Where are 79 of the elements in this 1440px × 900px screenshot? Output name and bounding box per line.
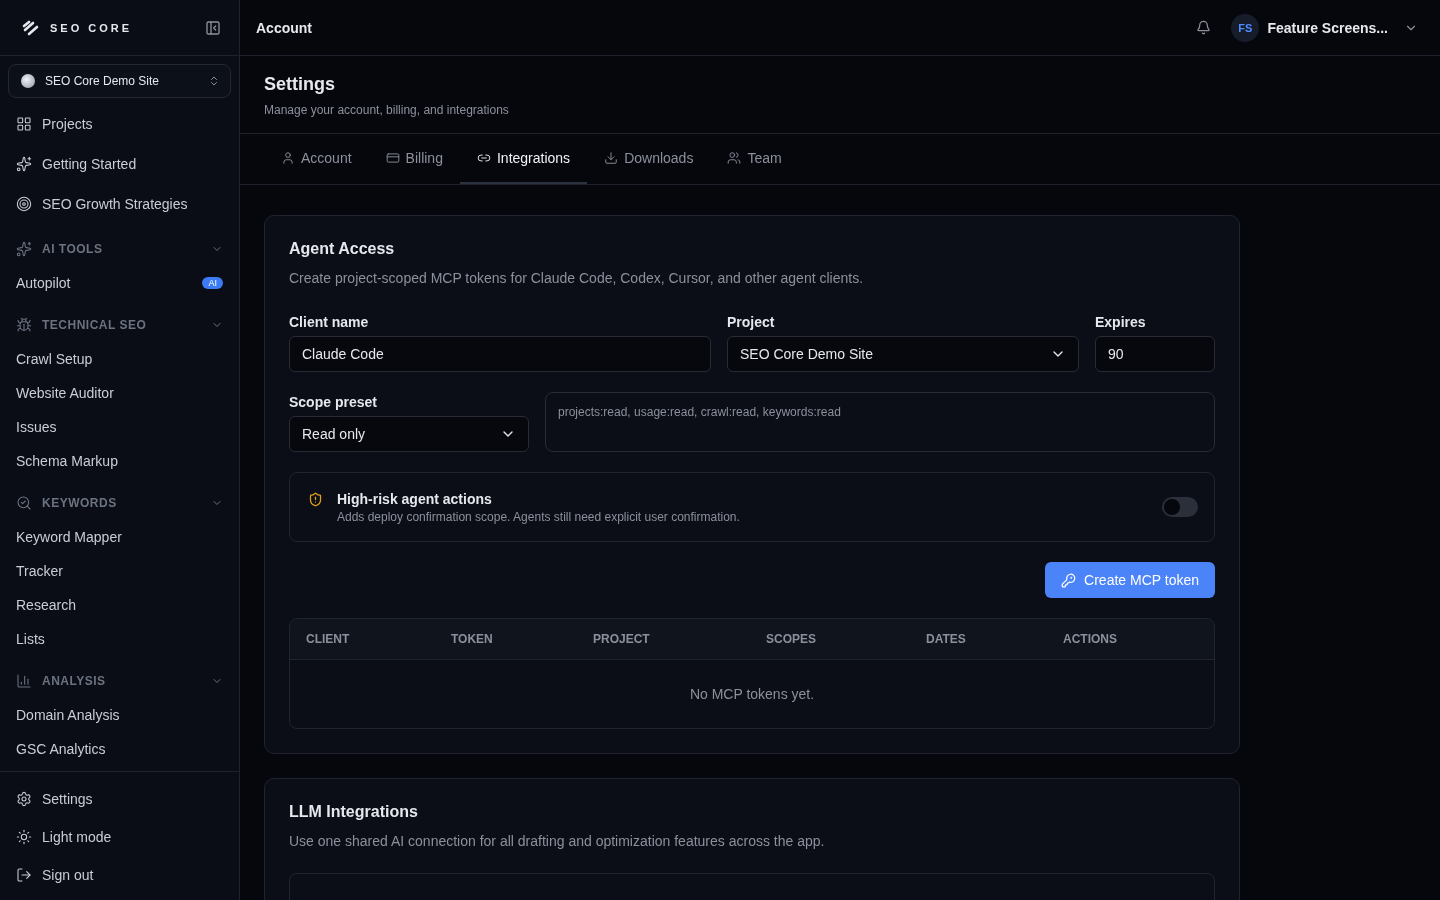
site-selector[interactable]: SEO Core Demo Site — [8, 64, 231, 98]
logo-icon — [22, 19, 40, 36]
nav-item[interactable]: Lists — [0, 622, 239, 656]
column-header: DATES — [926, 632, 967, 646]
user-menu[interactable]: FS Feature Screens... — [1225, 12, 1424, 43]
empty-message: No MCP tokens yet. — [689, 686, 815, 702]
bug-icon — [16, 317, 32, 333]
nav-item[interactable]: Getting Started — [0, 144, 239, 184]
section-header[interactable]: ANALYSIS — [0, 664, 239, 698]
nav-item[interactable]: Tracker — [0, 554, 239, 588]
nav-item[interactable]: Autopilot AI — [0, 266, 239, 300]
nav-item[interactable]: Keyword Mapper — [0, 520, 239, 554]
nav-item[interactable]: GSC Analytics — [0, 732, 239, 766]
nav-item[interactable]: Crawl Setup — [0, 342, 239, 376]
field-label: Project — [727, 314, 776, 330]
nav-item[interactable]: SEO Growth Strategies — [0, 184, 239, 224]
collapse-sidebar-icon[interactable] — [205, 19, 221, 36]
nav-item[interactable]: Settings — [0, 780, 239, 818]
link-icon — [476, 151, 491, 165]
column-header: ACTIONS — [1063, 632, 1118, 646]
column-header: SCOPES — [766, 632, 817, 646]
tab[interactable]: Integrations — [459, 134, 588, 184]
bell-icon[interactable] — [1196, 20, 1212, 35]
nav-item[interactable]: Schema Markup — [0, 444, 239, 478]
column-header: CLIENT — [306, 632, 351, 646]
settings-icon — [16, 791, 32, 807]
user-icon — [281, 151, 295, 165]
page-subtitle: Manage your account, billing, and integrations — [264, 103, 510, 117]
tab[interactable]: Account — [264, 134, 369, 184]
column-header: TOKEN — [451, 632, 494, 646]
card-icon — [385, 151, 400, 165]
expires-field[interactable]: 90 — [1095, 336, 1215, 372]
key-icon — [1061, 572, 1077, 588]
section-header[interactable]: AI TOOLS — [0, 232, 239, 266]
card-title: Agent Access — [289, 240, 396, 258]
nav-item[interactable]: Issues — [0, 410, 239, 444]
header-title: Account — [256, 19, 312, 36]
toggle-switch[interactable] — [1162, 497, 1198, 517]
section-header[interactable]: TECHNICAL SEO — [0, 308, 239, 342]
field-label: Client name — [289, 314, 370, 330]
sparkles-icon — [16, 156, 32, 172]
ai-badge: AI — [202, 277, 223, 289]
brand-name: SEO CORE — [50, 21, 133, 34]
download-icon — [604, 151, 619, 165]
card-title: LLM Integrations — [289, 803, 419, 821]
nav-item[interactable]: Light mode — [0, 818, 239, 856]
section-header[interactable]: KEYWORDS — [0, 486, 239, 520]
project-select[interactable]: SEO Core Demo Site — [727, 336, 1079, 372]
tab[interactable]: Downloads — [587, 134, 711, 184]
nav-item[interactable]: Projects — [0, 104, 239, 144]
column-header: PROJECT — [593, 632, 651, 646]
tab[interactable]: Team — [710, 134, 799, 184]
field-label: Expires — [1095, 314, 1147, 330]
avatar: FS — [1231, 13, 1260, 42]
sun-icon — [16, 829, 32, 845]
nav-item[interactable]: Sign out — [0, 856, 239, 894]
nav-item[interactable]: Website Auditor — [0, 376, 239, 410]
sign-out-icon — [16, 867, 32, 883]
scope-preset-select[interactable]: Read only — [289, 416, 529, 452]
search-check-icon — [16, 495, 32, 511]
chevrons-icon — [208, 75, 220, 87]
nav-item[interactable]: Domain Analysis — [0, 698, 239, 732]
card-description: Create project-scoped MCP tokens for Claude Code, Codex, Cursor, and other agent clients. — [289, 270, 865, 286]
scopes-field[interactable]: projects:read, usage:read, crawl:read, keywords:read — [545, 392, 1215, 452]
client-name-field[interactable]: Claude Code — [289, 336, 711, 372]
shield-icon — [308, 492, 323, 507]
setting-title: High-risk agent actions — [337, 490, 493, 507]
bar-chart-icon — [16, 673, 32, 689]
field-label: Scope preset — [289, 394, 378, 410]
tab[interactable]: Billing — [368, 134, 460, 184]
page-title: Settings — [264, 74, 336, 95]
grid-icon — [16, 116, 32, 132]
card-description: Use one shared AI connection for all drafting and optimization features across the app. — [289, 833, 826, 849]
sparkles-icon — [16, 241, 32, 257]
users-icon — [727, 151, 742, 165]
create-token-button[interactable]: Create MCP token — [1045, 562, 1215, 598]
setting-description: Adds deploy confirmation scope. Agents still need explicit user confirmation. — [337, 509, 740, 524]
nav-item[interactable]: Research — [0, 588, 239, 622]
target-icon — [16, 196, 32, 212]
